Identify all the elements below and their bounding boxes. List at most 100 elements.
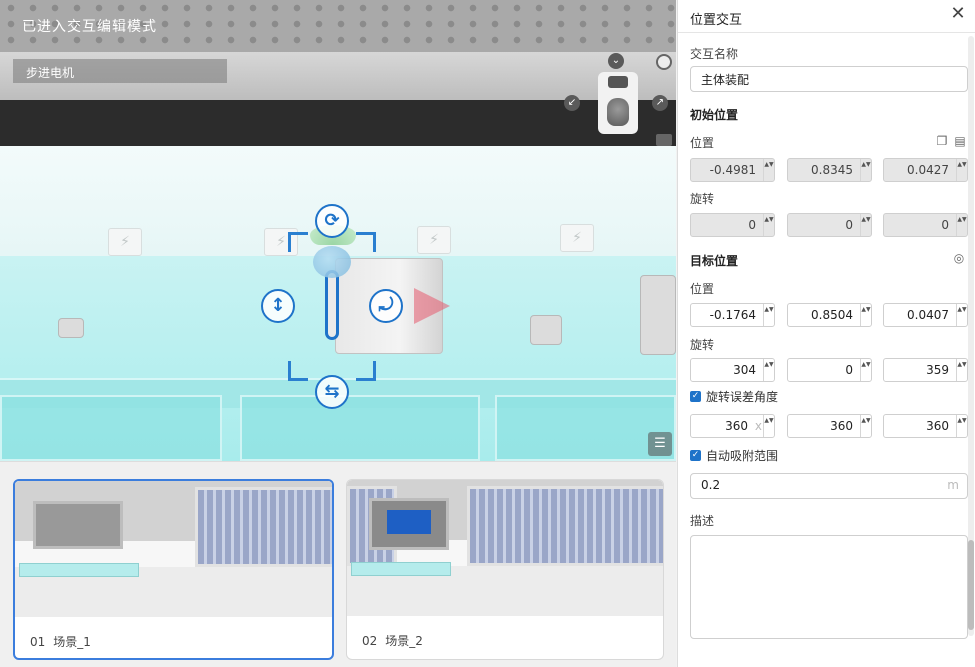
gizmo-vertical-icon[interactable]: ↕ [261,289,295,323]
unit: x [754,419,762,433]
scene-index: 02 [362,634,378,648]
unit: m [947,478,959,492]
spinner: ▲▼ [860,214,871,236]
spinner[interactable]: ▲▼ [956,415,967,437]
direction-arrow [414,288,450,324]
orbit-up-icon[interactable]: ⌄ [608,53,624,69]
spinner[interactable]: ▲▼ [763,304,774,326]
position-label: 位置 [690,136,715,150]
target-position-heading: 目标位置 [690,254,739,268]
app-root: ⚡ ⚡ ⚡ ⚡ ⟳ ↕ ⤾ ⇆ 已进入交互编辑模式 步进电机 ⌄ ↙ ↗ ☰ 0… [0,0,975,667]
scene-label: 02 场景_2 [362,632,431,649]
property-panel: 位置交互 ✕ 交互名称 主体装配 初始位置 位置 ❐ ▤ -0.4981 ▲▼ 0… [677,0,975,667]
scene-name: 场景_1 [53,635,91,649]
small-component[interactable] [530,315,562,345]
recenter-icon[interactable] [656,54,672,70]
motor-selection-ring[interactable] [325,270,339,340]
spinner[interactable]: ▲▼ [956,359,967,381]
scene-thumbnail [15,481,332,617]
grid-view-icon[interactable] [656,134,672,146]
value: 0.0407 [907,308,949,322]
gizmo-flip-icon[interactable]: ⤾ [369,289,403,323]
gizmo-rotate-icon[interactable]: ⟳ [315,204,349,238]
description-label: 描述 [690,514,715,528]
power-socket: ⚡ [560,224,594,252]
scene-index: 01 [30,635,46,649]
spinner: ▲▼ [956,159,967,181]
mode-title: 已进入交互编辑模式 [22,19,157,35]
gizmo-corner [288,361,308,381]
spinner[interactable]: ▲▼ [860,359,871,381]
value: -0.4981 [709,163,756,177]
spinner: ▲▼ [763,214,774,236]
rotation-error-y[interactable]: 360 ▲▼ [787,414,872,438]
scene-card-1[interactable]: 01 场景_1 [13,479,334,660]
target-rotation-y[interactable]: 0 ▲▼ [787,358,872,382]
thumb-table [351,562,451,576]
rotation-error-checkbox[interactable]: ✓ [690,391,701,402]
view-cube-panel: ⌄ ↙ ↗ [560,50,676,150]
orbit-left-icon[interactable]: ↙ [564,95,580,111]
spinner[interactable]: ▲▼ [763,359,774,381]
scene-label: 01 场景_1 [30,633,99,650]
spinner[interactable]: ▲▼ [860,415,871,437]
spinner: ▲▼ [956,214,967,236]
initial-position-x: -0.4981 ▲▼ [690,158,775,182]
rotation-label: 旋转 [690,192,715,206]
value: 359 [926,363,949,377]
value: 0 [845,218,853,232]
workbench-panel [0,395,222,461]
list-icon[interactable]: ☰ [648,432,672,456]
scene-strip: 01 场景_1 02 场景_2 [0,461,676,667]
close-icon[interactable]: ✕ [948,4,968,24]
small-component[interactable] [58,318,84,338]
gizmo-horizontal-icon[interactable]: ⇆ [315,375,349,409]
spinner[interactable]: ▲▼ [956,304,967,326]
snap-range-checkbox[interactable]: ✓ [690,450,701,461]
side-component[interactable] [640,275,676,355]
value: 0 [845,363,853,377]
position-label: 位置 [690,282,715,296]
description-textarea[interactable] [690,535,968,639]
target-position-x[interactable]: -0.1764 ▲▼ [690,303,775,327]
target-rotation-z[interactable]: 359 ▲▼ [883,358,968,382]
orbit-right-icon[interactable]: ↗ [652,95,668,111]
thumb-window [195,487,332,567]
camera-icon [608,76,628,88]
thumb-board [33,501,123,549]
scene-viewport[interactable]: ⚡ ⚡ ⚡ ⚡ ⟳ ↕ ⤾ ⇆ 已进入交互编辑模式 步进电机 ⌄ ↙ ↗ ☰ [0,0,676,461]
spinner[interactable]: ▲▼ [763,415,774,437]
value: 360 [830,419,853,433]
value: -0.1764 [709,308,756,322]
copy-icon[interactable]: ❐ [935,134,949,148]
scene-card-2[interactable]: 02 场景_2 [346,479,664,660]
panel-scroll-thumb[interactable] [968,540,974,630]
initial-rotation-x: 0 ▲▼ [690,213,775,237]
selected-object-label: 步进电机 [13,59,227,83]
value: 0.2 [701,478,721,492]
scene-name: 场景_2 [385,634,423,648]
target-rotation-x[interactable]: 304 ▲▼ [690,358,775,382]
value: 0.8345 [811,163,853,177]
power-socket: ⚡ [108,228,142,256]
spinner[interactable]: ▲▼ [860,304,871,326]
locate-icon[interactable]: ◎ [952,251,966,265]
paste-icon[interactable]: ▤ [953,134,967,148]
divider [678,32,975,33]
value: 304 [733,363,756,377]
thumb-screen [387,510,431,534]
rotation-error-x[interactable]: 360 x ▲▼ [690,414,775,438]
initial-position-z: 0.0427 ▲▼ [883,158,968,182]
interaction-name-input[interactable]: 主体装配 [690,66,968,92]
snap-range-input[interactable]: 0.2 m [690,473,968,499]
panel-title: 位置交互 [690,13,743,28]
name-label: 交互名称 [690,47,739,61]
gizmo-sphere[interactable] [313,246,351,278]
avatar-head-icon [607,98,629,126]
target-position-y[interactable]: 0.8504 ▲▼ [787,303,872,327]
rotation-error-z[interactable]: 360 ▲▼ [883,414,968,438]
value: 0.0427 [907,163,949,177]
gizmo-corner [356,361,376,381]
gizmo-corner [288,232,308,252]
target-position-z[interactable]: 0.0407 ▲▼ [883,303,968,327]
